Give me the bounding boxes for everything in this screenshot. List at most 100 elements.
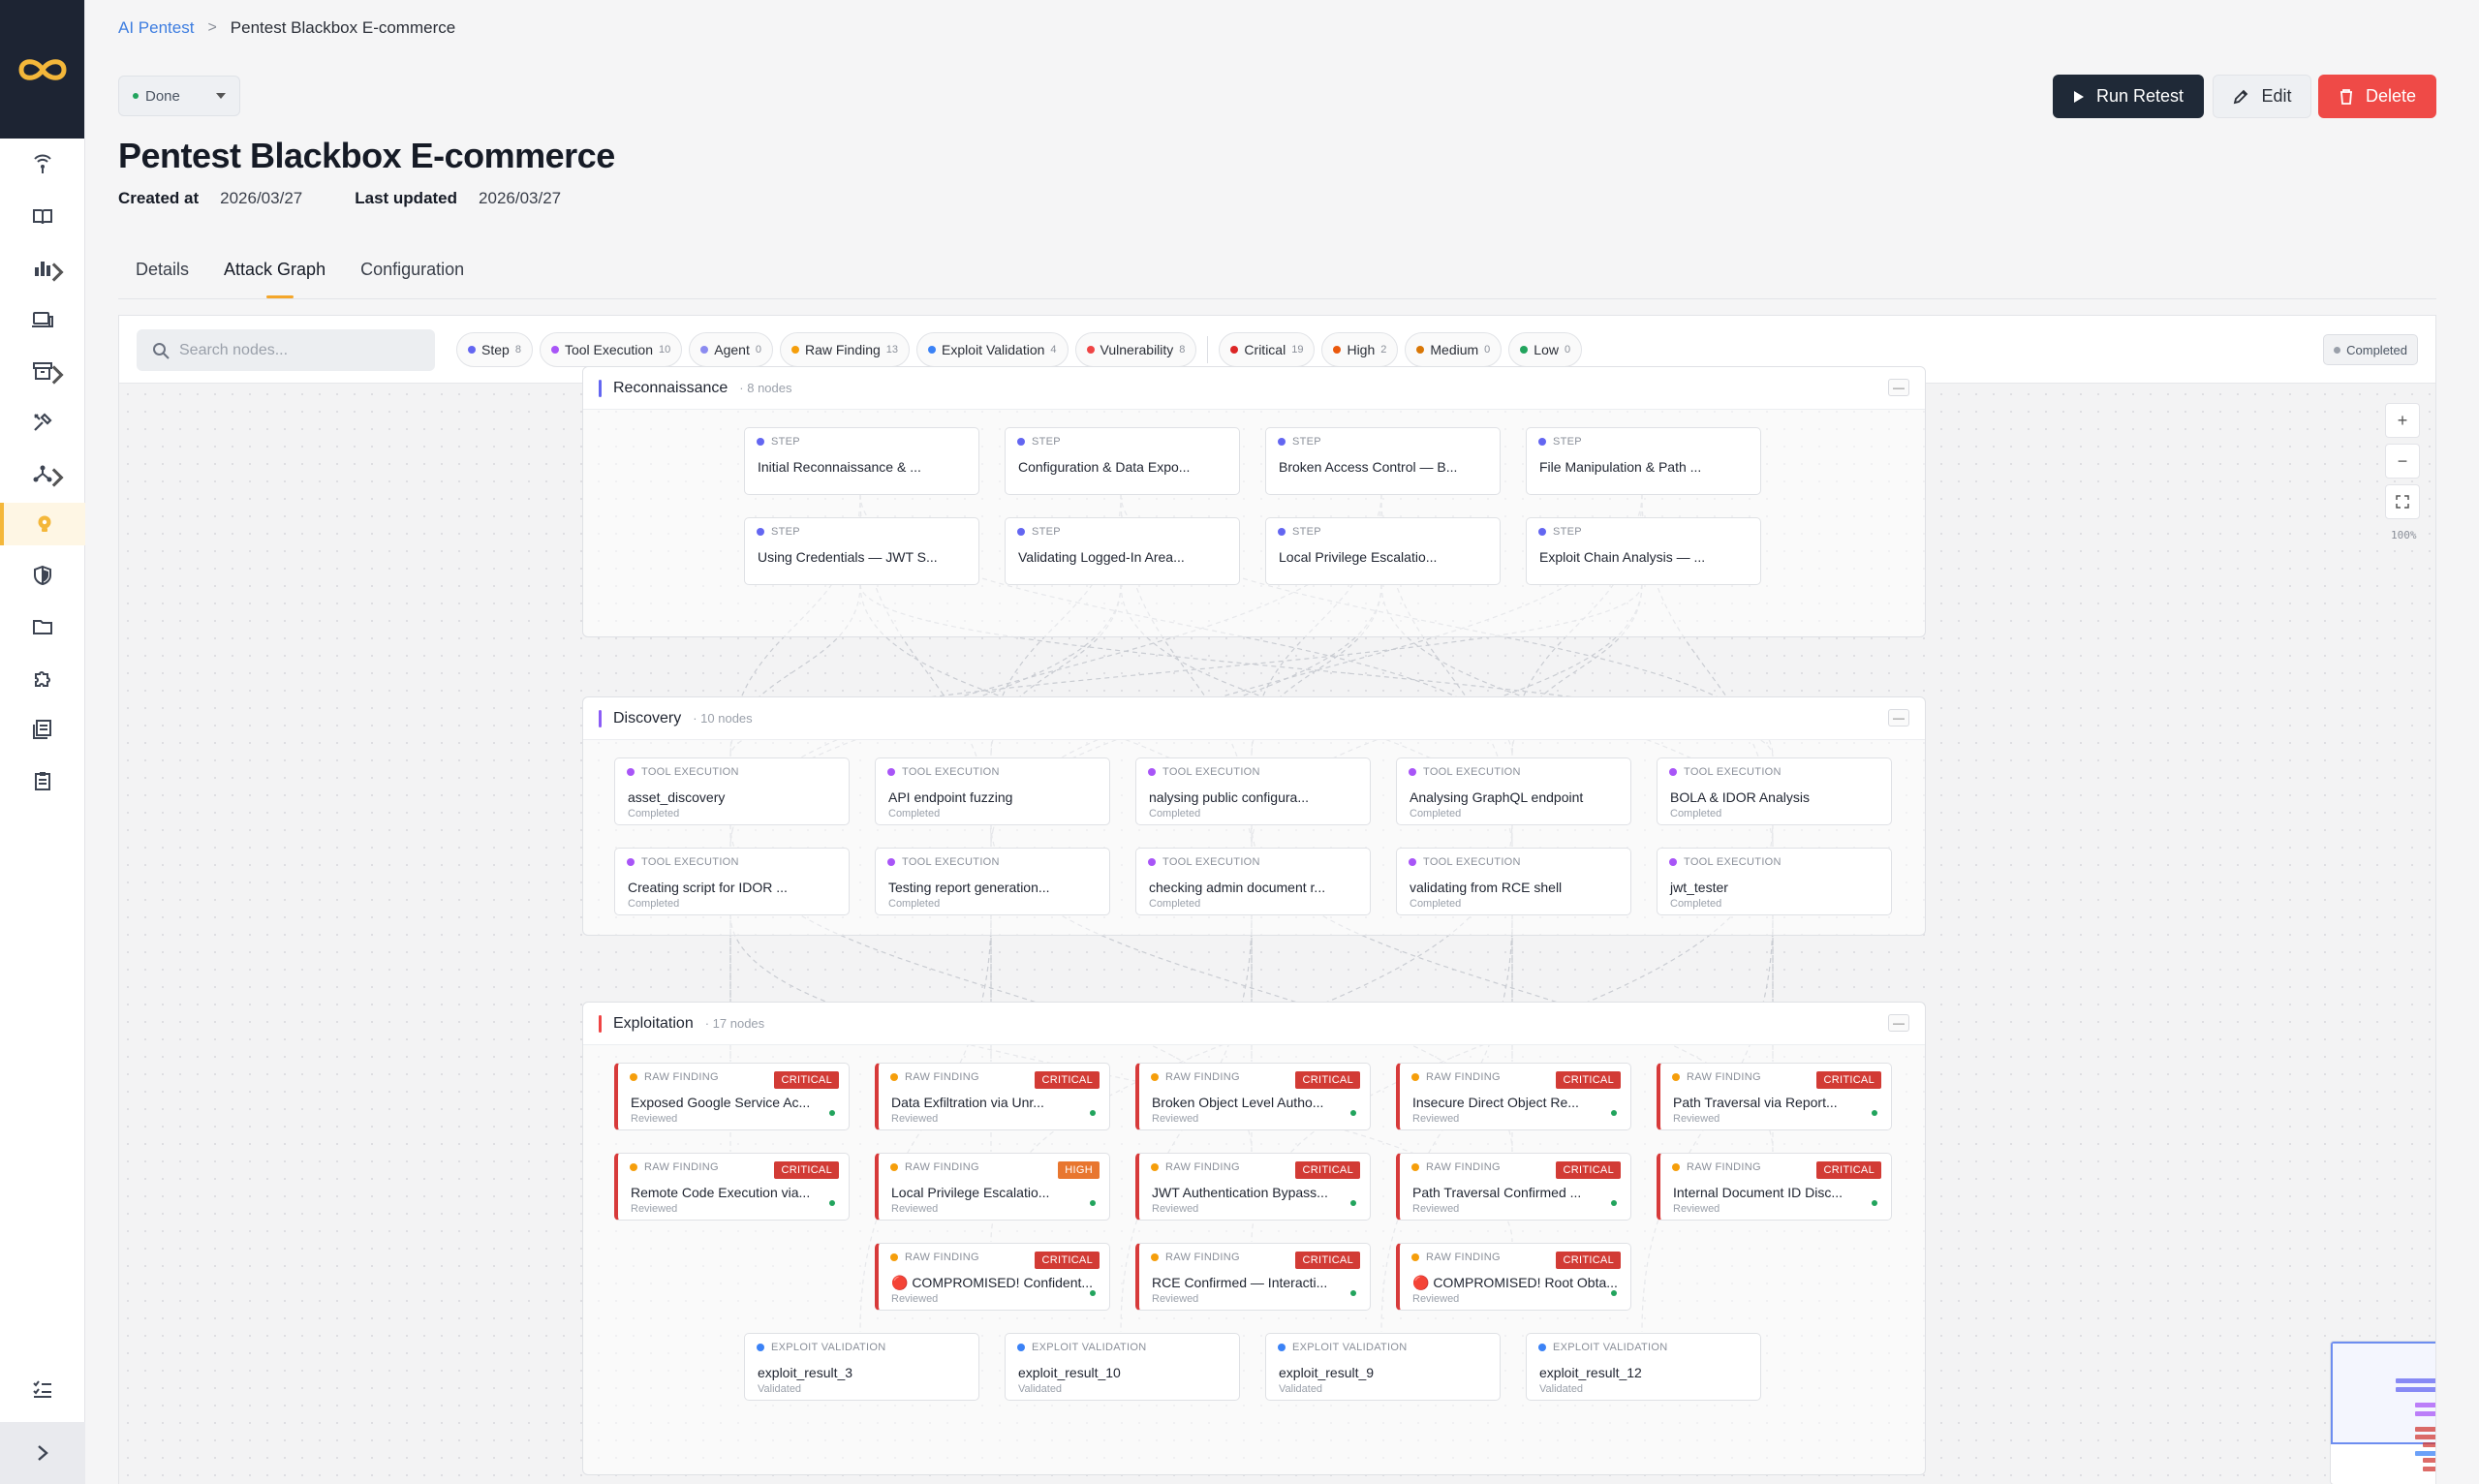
validation-node[interactable]: EXPLOIT VALIDATION exploit_result_10 Valid… [1005, 1333, 1240, 1401]
node-label: Creating script for IDOR ... [628, 880, 788, 895]
bulb-icon[interactable] [0, 503, 85, 545]
tool-node[interactable]: TOOL EXECUTION checking admin document r.… [1135, 848, 1371, 915]
severity-badge: CRITICAL [774, 1071, 839, 1089]
finding-node[interactable]: RAW FINDING Data Exfiltration via Unr... R… [875, 1063, 1110, 1130]
attack-graph-panel[interactable]: Step8Tool Execution10Agent0Raw Finding13… [118, 315, 2436, 1484]
validation-node[interactable]: EXPLOIT VALIDATION exploit_result_9 Valida… [1265, 1333, 1501, 1401]
step-node[interactable]: STEP Exploit Chain Analysis — ... [1526, 517, 1761, 585]
node-type: RAW FINDING [1151, 1161, 1240, 1173]
devices-icon[interactable] [0, 298, 85, 341]
step-node[interactable]: STEP Configuration & Data Expo... [1005, 427, 1240, 495]
node-status: Completed [1670, 808, 1722, 819]
node-type-dot [1538, 438, 1546, 446]
delete-button[interactable]: Delete [2318, 75, 2436, 118]
book-icon[interactable] [0, 196, 85, 238]
app-logo[interactable] [0, 0, 84, 139]
zoom-out-button[interactable]: − [2385, 444, 2420, 479]
node-type-dot [887, 858, 895, 866]
puzzle-icon[interactable] [0, 657, 85, 699]
status-dropdown[interactable]: Done [118, 76, 240, 116]
validation-node[interactable]: EXPLOIT VALIDATION exploit_result_12 Valid… [1526, 1333, 1761, 1401]
node-type-dot [1409, 858, 1416, 866]
archive-icon[interactable] [0, 350, 85, 392]
folder-icon[interactable] [0, 605, 85, 648]
node-label: Local Privilege Escalatio... [1279, 549, 1438, 565]
step-node[interactable]: STEP Local Privilege Escalatio... [1265, 517, 1501, 585]
node-type: STEP [757, 436, 800, 448]
tool-node[interactable]: TOOL EXECUTION validating from RCE shell C… [1396, 848, 1631, 915]
tab-details[interactable]: Details [118, 254, 206, 298]
step-node[interactable]: STEP Using Credentials — JWT S... [744, 517, 979, 585]
step-node[interactable]: STEP Initial Reconnaissance & ... [744, 427, 979, 495]
tool-node[interactable]: TOOL EXECUTION Testing report generation.… [875, 848, 1110, 915]
node-type-dot [890, 1073, 898, 1081]
group-collapse-button[interactable]: — [1888, 379, 1909, 396]
finding-node[interactable]: RAW FINDING Exposed Google Service Ac... R… [614, 1063, 850, 1130]
finding-node[interactable]: RAW FINDING Path Traversal via Report... R… [1657, 1063, 1892, 1130]
node-status: Completed [1670, 898, 1722, 910]
step-node[interactable]: STEP File Manipulation & Path ... [1526, 427, 1761, 495]
finding-node[interactable]: RAW FINDING Path Traversal Confirmed ... R… [1396, 1153, 1631, 1221]
fit-view-button[interactable] [2385, 484, 2420, 519]
node-label: exploit_result_12 [1539, 1365, 1642, 1380]
node-type-label: RAW FINDING [905, 1161, 979, 1173]
node-label: Internal Document ID Disc... [1673, 1185, 1844, 1200]
tab-attack-graph[interactable]: Attack Graph [206, 254, 343, 298]
step-node[interactable]: STEP Broken Access Control — B... [1265, 427, 1501, 495]
finding-node[interactable]: RAW FINDING RCE Confirmed — Interacti... R… [1135, 1243, 1371, 1311]
group-collapse-button[interactable]: — [1888, 709, 1909, 727]
group-collapse-button[interactable]: — [1888, 1014, 1909, 1032]
finding-node[interactable]: RAW FINDING 🔴 COMPROMISED! Root Obta... Re… [1396, 1243, 1631, 1311]
validation-node[interactable]: EXPLOIT VALIDATION exploit_result_3 Valida… [744, 1333, 979, 1401]
run-retest-button[interactable]: Run Retest [2053, 75, 2204, 118]
finding-node[interactable]: RAW FINDING JWT Authentication Bypass... R… [1135, 1153, 1371, 1221]
node-label: 🔴 COMPROMISED! Root Obta... [1412, 1275, 1618, 1290]
finding-node[interactable]: RAW FINDING Local Privilege Escalatio... R… [875, 1153, 1110, 1221]
node-status: Reviewed [1673, 1113, 1720, 1125]
shield-icon[interactable] [0, 554, 85, 597]
node-label: exploit_result_3 [758, 1365, 853, 1380]
tool-node[interactable]: TOOL EXECUTION Creating script for IDOR .… [614, 848, 850, 915]
node-status: Reviewed [1152, 1293, 1199, 1305]
chart-icon[interactable] [0, 247, 85, 290]
tool-node[interactable]: TOOL EXECUTION nalysing public configura.… [1135, 757, 1371, 825]
reports-icon[interactable] [0, 708, 85, 751]
tool-node[interactable]: TOOL EXECUTION jwt_tester Completed [1657, 848, 1892, 915]
zoom-in-button[interactable]: + [2385, 403, 2420, 438]
node-type: RAW FINDING [1151, 1071, 1240, 1083]
tool-node[interactable]: TOOL EXECUTION BOLA & IDOR Analysis Comple… [1657, 757, 1892, 825]
finding-node[interactable]: RAW FINDING Internal Document ID Disc... R… [1657, 1153, 1892, 1221]
minimap-row [2415, 1427, 2435, 1432]
tool-node[interactable]: TOOL EXECUTION API endpoint fuzzing Comple… [875, 757, 1110, 825]
finding-node[interactable]: RAW FINDING Insecure Direct Object Re... R… [1396, 1063, 1631, 1130]
edit-button[interactable]: Edit [2213, 75, 2311, 118]
node-type: TOOL EXECUTION [1148, 856, 1260, 868]
minimap-row [2415, 1403, 2435, 1407]
finding-node[interactable]: RAW FINDING Broken Object Level Autho... R… [1135, 1063, 1371, 1130]
node-status: Completed [1149, 898, 1201, 910]
tool-node[interactable]: TOOL EXECUTION Analysing GraphQL endpoint… [1396, 757, 1631, 825]
node-type: EXPLOIT VALIDATION [1017, 1342, 1147, 1353]
sidebar-expand-button[interactable] [0, 1422, 85, 1484]
reviewed-dot [1350, 1290, 1356, 1296]
node-type: STEP [1538, 526, 1582, 538]
network-icon[interactable] [0, 452, 85, 495]
checklist-icon[interactable] [0, 1368, 85, 1410]
tab-configuration[interactable]: Configuration [343, 254, 481, 298]
node-type: STEP [1017, 526, 1061, 538]
finding-node[interactable]: RAW FINDING 🔴 COMPROMISED! Confident... Re… [875, 1243, 1110, 1311]
node-type-dot [1148, 768, 1156, 776]
node-type: TOOL EXECUTION [627, 766, 739, 778]
step-node[interactable]: STEP Validating Logged-In Area... [1005, 517, 1240, 585]
group-accent [599, 709, 602, 727]
radar-icon[interactable] [0, 143, 85, 186]
breadcrumb-root-link[interactable]: AI Pentest [118, 18, 194, 38]
node-type-label: RAW FINDING [905, 1252, 979, 1263]
tools-icon[interactable] [0, 401, 85, 444]
status-label: Done [145, 87, 180, 105]
finding-node[interactable]: RAW FINDING Remote Code Execution via... R… [614, 1153, 850, 1221]
tool-node[interactable]: TOOL EXECUTION asset_discovery Completed [614, 757, 850, 825]
updated-value: 2026/03/27 [479, 189, 562, 207]
clipboard-icon[interactable] [0, 759, 85, 802]
minimap[interactable] [2330, 1341, 2435, 1484]
